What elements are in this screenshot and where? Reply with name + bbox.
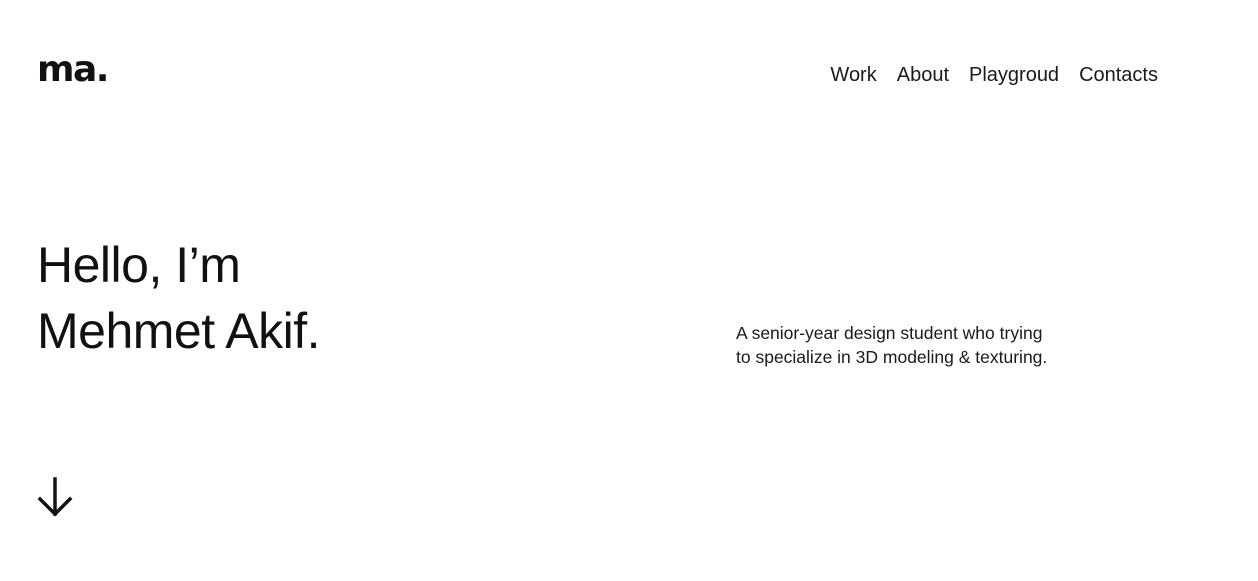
main-nav: Work About Playgroud Contacts xyxy=(830,62,1158,88)
nav-contacts[interactable]: Contacts xyxy=(1079,62,1158,88)
nav-about[interactable]: About xyxy=(897,62,949,88)
arrow-down-icon[interactable] xyxy=(37,476,73,518)
hero-tagline: A senior-year design student who trying … xyxy=(736,321,1096,369)
nav-work[interactable]: Work xyxy=(830,62,876,88)
hero-title-line-1: Hello, I’m xyxy=(37,237,241,293)
hero-tagline-line-2: to specialize in 3D modeling & texturing… xyxy=(736,347,1048,367)
nav-playground[interactable]: Playgroud xyxy=(969,62,1059,88)
logo[interactable]: ma. xyxy=(37,48,109,92)
hero-tagline-line-1: A senior-year design student who trying xyxy=(736,323,1043,343)
hero-title: Hello, I’m Mehmet Akif. xyxy=(37,232,321,364)
hero-title-line-2: Mehmet Akif. xyxy=(37,303,321,359)
